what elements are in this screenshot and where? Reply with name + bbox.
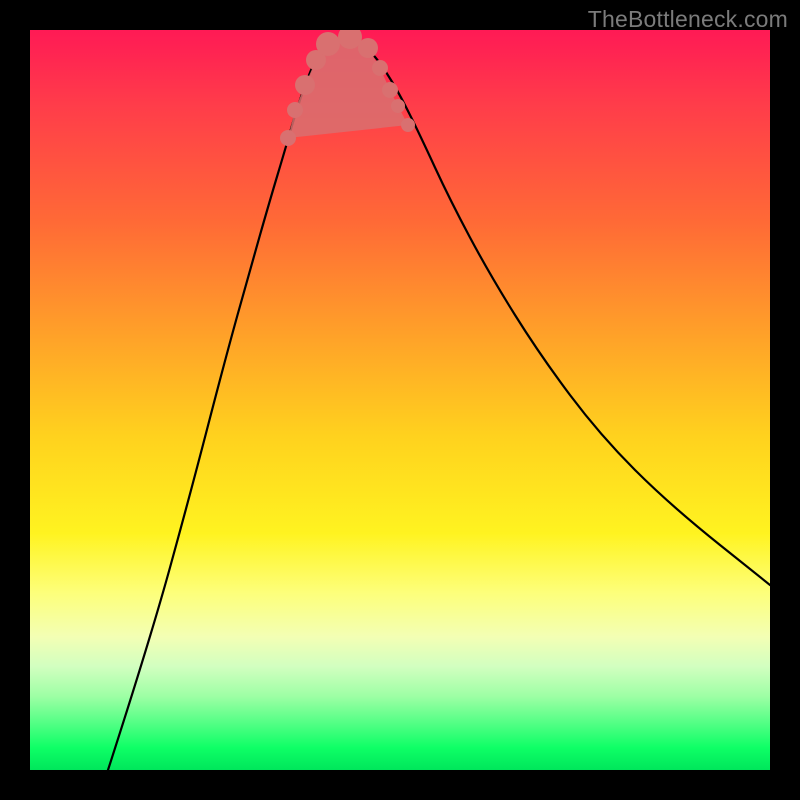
marker-point: [382, 82, 398, 98]
chart-frame: TheBottleneck.com: [0, 0, 800, 800]
marker-point: [358, 38, 378, 58]
right-curve: [350, 35, 770, 585]
marker-group: [280, 30, 415, 146]
marker-point: [401, 118, 415, 132]
marker-point: [372, 60, 388, 76]
plot-area: [30, 30, 770, 770]
marker-point: [280, 130, 296, 146]
marker-point: [391, 99, 405, 113]
curve-layer: [30, 30, 770, 770]
marker-point: [287, 102, 303, 118]
marker-point: [295, 75, 315, 95]
marker-point: [306, 50, 326, 70]
marker-point: [338, 30, 362, 49]
left-curve: [108, 35, 350, 770]
marker-cluster-pill: [288, 37, 408, 138]
watermark-text: TheBottleneck.com: [588, 6, 788, 33]
marker-point: [316, 32, 340, 56]
